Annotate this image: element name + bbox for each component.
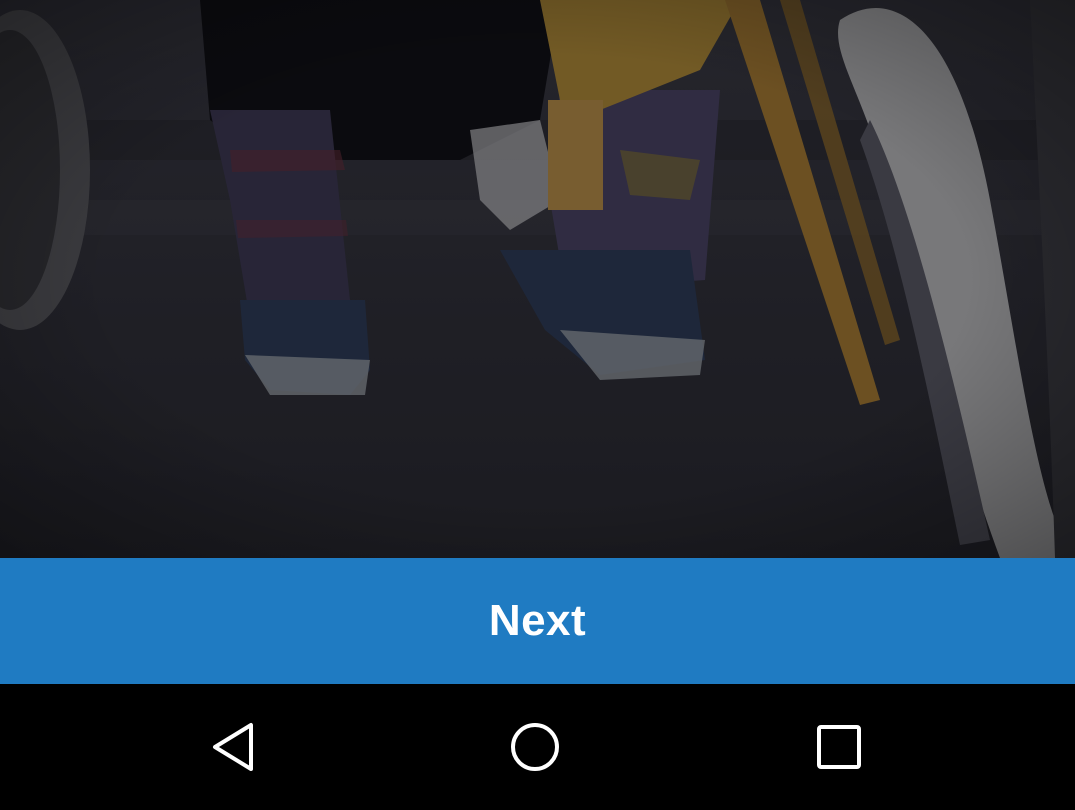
next-button[interactable]: Next bbox=[0, 558, 1075, 684]
home-circle-icon bbox=[511, 723, 559, 771]
recents-button[interactable] bbox=[804, 714, 874, 780]
next-button-label: Next bbox=[488, 596, 587, 645]
background-photo bbox=[0, 0, 1075, 558]
system-navigation-bar bbox=[0, 684, 1075, 810]
app-screen: Next bbox=[0, 0, 1075, 810]
back-triangle-icon bbox=[213, 723, 253, 771]
recents-square-icon bbox=[817, 725, 861, 769]
home-button[interactable] bbox=[500, 714, 570, 780]
back-button[interactable] bbox=[198, 714, 268, 780]
